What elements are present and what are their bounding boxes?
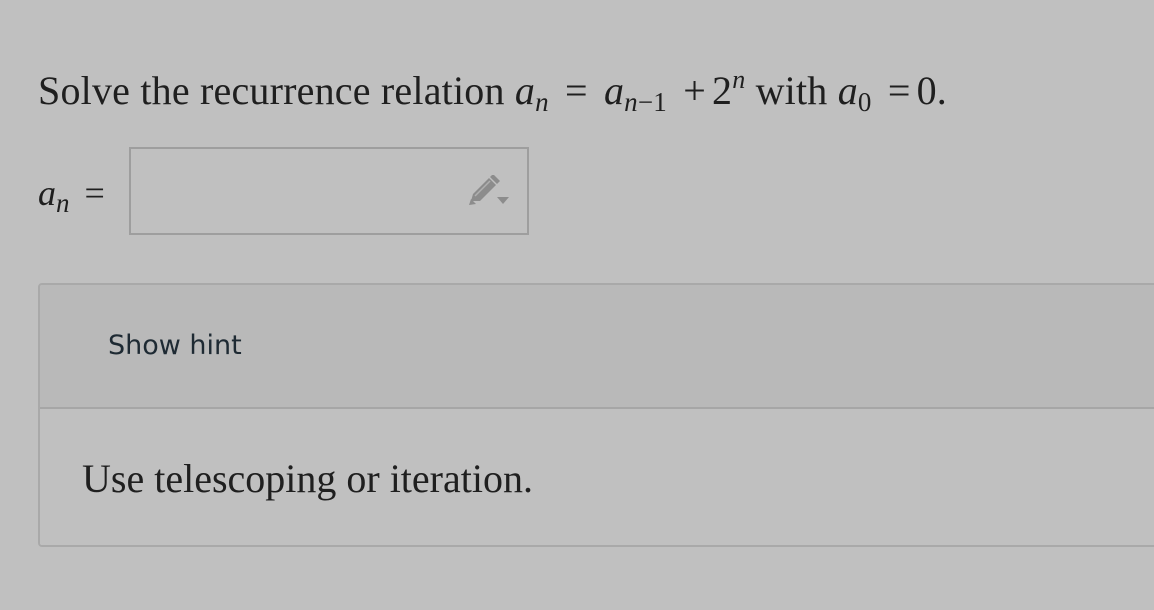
math-lhs-sub: n bbox=[535, 87, 549, 117]
math-equals: = bbox=[565, 68, 588, 113]
math-init-equals: = bbox=[887, 68, 911, 113]
math-init-value: 0. bbox=[916, 68, 947, 113]
hint-panel: Show hint Use telescoping or iteration. bbox=[38, 283, 1154, 547]
question-text: Solve the recurrence relation an = an−1 … bbox=[38, 52, 947, 130]
math-init-sub: 0 bbox=[857, 87, 872, 117]
question-with: with bbox=[755, 68, 828, 113]
math-base: 2 bbox=[711, 68, 733, 113]
answer-field[interactable] bbox=[129, 147, 529, 235]
math-rhs-sub-rest: −1 bbox=[637, 87, 668, 117]
math-rhs-sub-n: n bbox=[624, 87, 638, 117]
pencil-icon[interactable] bbox=[465, 175, 509, 209]
math-lhs-var: a bbox=[514, 68, 536, 113]
show-hint-button[interactable]: Show hint bbox=[108, 330, 242, 361]
hint-body: Use telescoping or iteration. bbox=[40, 409, 1154, 545]
answer-label: an = bbox=[38, 168, 111, 228]
hint-text: Use telescoping or iteration. bbox=[82, 456, 533, 501]
math-rhs-var: a bbox=[603, 68, 625, 113]
answer-label-equals: = bbox=[84, 173, 105, 213]
math-exponent: n bbox=[732, 65, 746, 94]
answer-input[interactable] bbox=[131, 149, 461, 233]
math-init-var: a bbox=[837, 68, 858, 113]
answer-label-sub: n bbox=[56, 188, 70, 218]
question-prefix: Solve the recurrence relation bbox=[38, 68, 505, 113]
hint-header[interactable]: Show hint bbox=[40, 285, 1154, 409]
answer-label-var: a bbox=[38, 173, 56, 213]
math-plus: + bbox=[683, 68, 706, 113]
